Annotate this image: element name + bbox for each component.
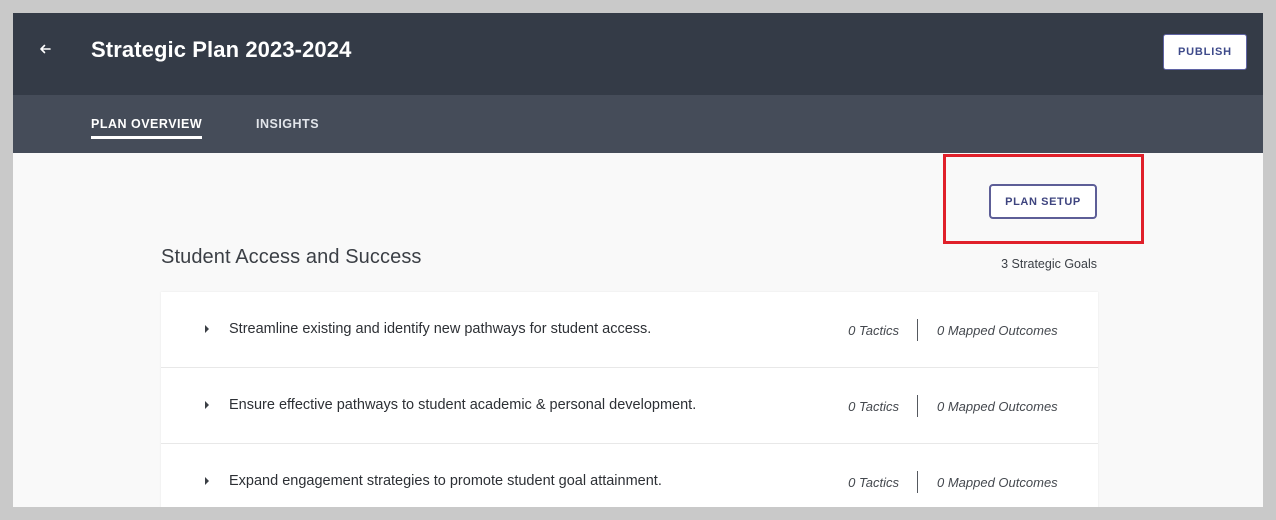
goal-mapped-outcomes: 0 Mapped Outcomes [937, 323, 1058, 338]
app-window: Strategic Plan 2023-2024 PUBLISH PLAN OV… [13, 13, 1263, 507]
divider [917, 319, 918, 341]
caret-right-icon[interactable] [205, 401, 209, 409]
caret-right-icon[interactable] [205, 477, 209, 485]
page-title: Strategic Plan 2023-2024 [91, 37, 352, 62]
goal-text: Expand engagement strategies to promote … [229, 473, 662, 489]
goal-row[interactable]: Ensure effective pathways to student aca… [161, 368, 1098, 444]
goal-text: Ensure effective pathways to student aca… [229, 397, 697, 413]
divider [917, 395, 918, 417]
section-title: Student Access and Success [161, 246, 422, 268]
top-bar: Strategic Plan 2023-2024 PUBLISH [13, 13, 1263, 95]
publish-button[interactable]: PUBLISH [1163, 34, 1247, 70]
goal-row[interactable]: Streamline existing and identify new pat… [161, 292, 1098, 368]
strategic-goal-count: 3 Strategic Goals [1001, 257, 1097, 271]
plan-setup-button[interactable]: PLAN SETUP [989, 184, 1097, 219]
goal-tactics-count: 0 Tactics [848, 475, 899, 490]
tab-plan-overview[interactable]: PLAN OVERVIEW [91, 117, 203, 139]
caret-right-icon[interactable] [205, 325, 209, 333]
divider [917, 471, 918, 493]
goal-mapped-outcomes: 0 Mapped Outcomes [937, 399, 1058, 414]
tab-bar: PLAN OVERVIEW INSIGHTS [13, 95, 1263, 153]
arrow-left-icon [40, 44, 51, 54]
goal-list: Streamline existing and identify new pat… [161, 292, 1098, 507]
goal-row[interactable]: Expand engagement strategies to promote … [161, 444, 1098, 507]
goal-tactics-count: 0 Tactics [848, 323, 899, 338]
goal-text: Streamline existing and identify new pat… [229, 321, 652, 337]
goal-mapped-outcomes: 0 Mapped Outcomes [937, 475, 1058, 490]
tab-insights[interactable]: INSIGHTS [256, 117, 319, 136]
goal-tactics-count: 0 Tactics [848, 399, 899, 414]
back-button[interactable] [33, 37, 57, 61]
